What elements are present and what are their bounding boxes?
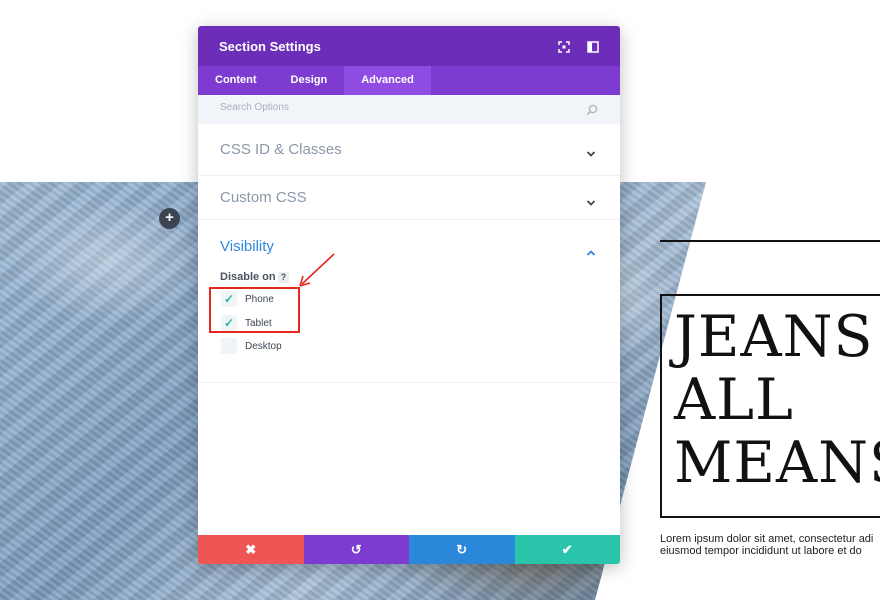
search-bar <box>198 95 620 124</box>
section-settings-modal: Section Settings Content Design Advanced… <box>198 26 620 564</box>
search-input[interactable] <box>220 102 560 113</box>
modal-footer: ✖ ↺ ↻ ✔ <box>198 535 620 564</box>
tab-content[interactable]: Content <box>198 66 274 95</box>
hero-body-line: eiusmod tempor incididunt ut labore et d… <box>660 545 862 557</box>
chevron-down-icon[interactable] <box>586 194 596 212</box>
sidebar-toggle-icon[interactable] <box>587 40 599 53</box>
tab-advanced[interactable]: Advanced <box>344 66 431 95</box>
modal-header: Section Settings <box>198 26 620 66</box>
cancel-button[interactable]: ✖ <box>198 535 304 564</box>
add-section-button[interactable]: + <box>159 208 180 229</box>
modal-title: Section Settings <box>219 38 321 54</box>
hero-body-text: Lorem ipsum dolor sit amet, consectetur … <box>660 533 880 557</box>
help-icon[interactable]: ? <box>278 272 289 283</box>
accordion-title: Custom CSS <box>220 189 307 206</box>
accordion-title-visibility[interactable]: Visibility <box>220 238 274 255</box>
accordion-css-id-classes[interactable]: CSS ID & Classes <box>198 124 620 176</box>
chevron-up-icon[interactable] <box>586 244 596 262</box>
annotation-arrow-icon <box>299 253 335 287</box>
hero-body-line: Lorem ipsum dolor sit amet, consectetur … <box>660 533 874 545</box>
save-button[interactable]: ✔ <box>514 535 620 564</box>
tab-design[interactable]: Design <box>274 66 345 95</box>
option-label: Desktop <box>245 340 282 352</box>
hero-divider <box>660 240 880 242</box>
annotation-highlight-box <box>209 287 300 333</box>
accordion-visibility: Visibility Disable on ? ✓ Phone ✓ Tablet… <box>198 220 620 383</box>
accordion-title: CSS ID & Classes <box>220 141 342 158</box>
chevron-down-icon[interactable] <box>586 145 596 163</box>
search-icon[interactable] <box>586 103 598 121</box>
option-desktop[interactable]: Desktop <box>221 337 282 355</box>
disable-on-label: Disable on <box>220 271 276 283</box>
tab-bar: Content Design Advanced <box>198 66 620 95</box>
fullscreen-icon[interactable] <box>558 40 570 53</box>
accordion-custom-css[interactable]: Custom CSS <box>198 176 620 220</box>
undo-button[interactable]: ↺ <box>303 535 409 564</box>
page-canvas: + JEANS ALL MEANS Lorem ipsum dolor sit … <box>0 0 880 600</box>
hero-title: JEANS ALL MEANS <box>674 304 880 496</box>
checkbox-desktop[interactable] <box>221 338 237 354</box>
redo-button[interactable]: ↻ <box>409 535 515 564</box>
